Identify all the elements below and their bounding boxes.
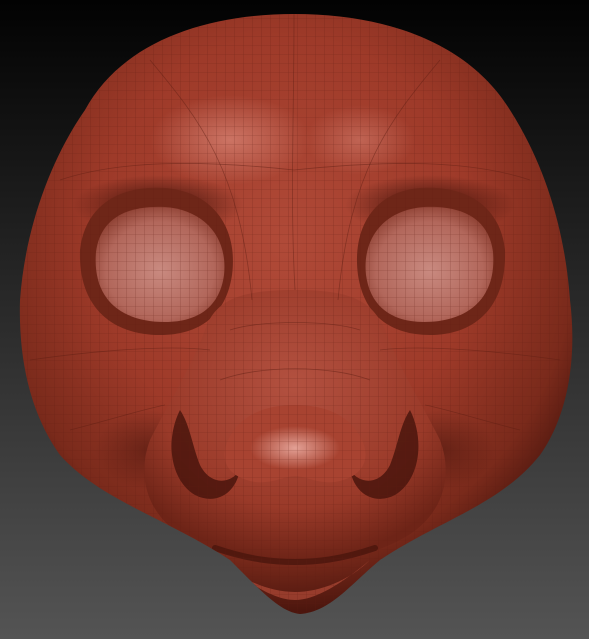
3d-viewport[interactable] bbox=[0, 0, 589, 639]
viewport-canvas[interactable] bbox=[0, 0, 589, 639]
